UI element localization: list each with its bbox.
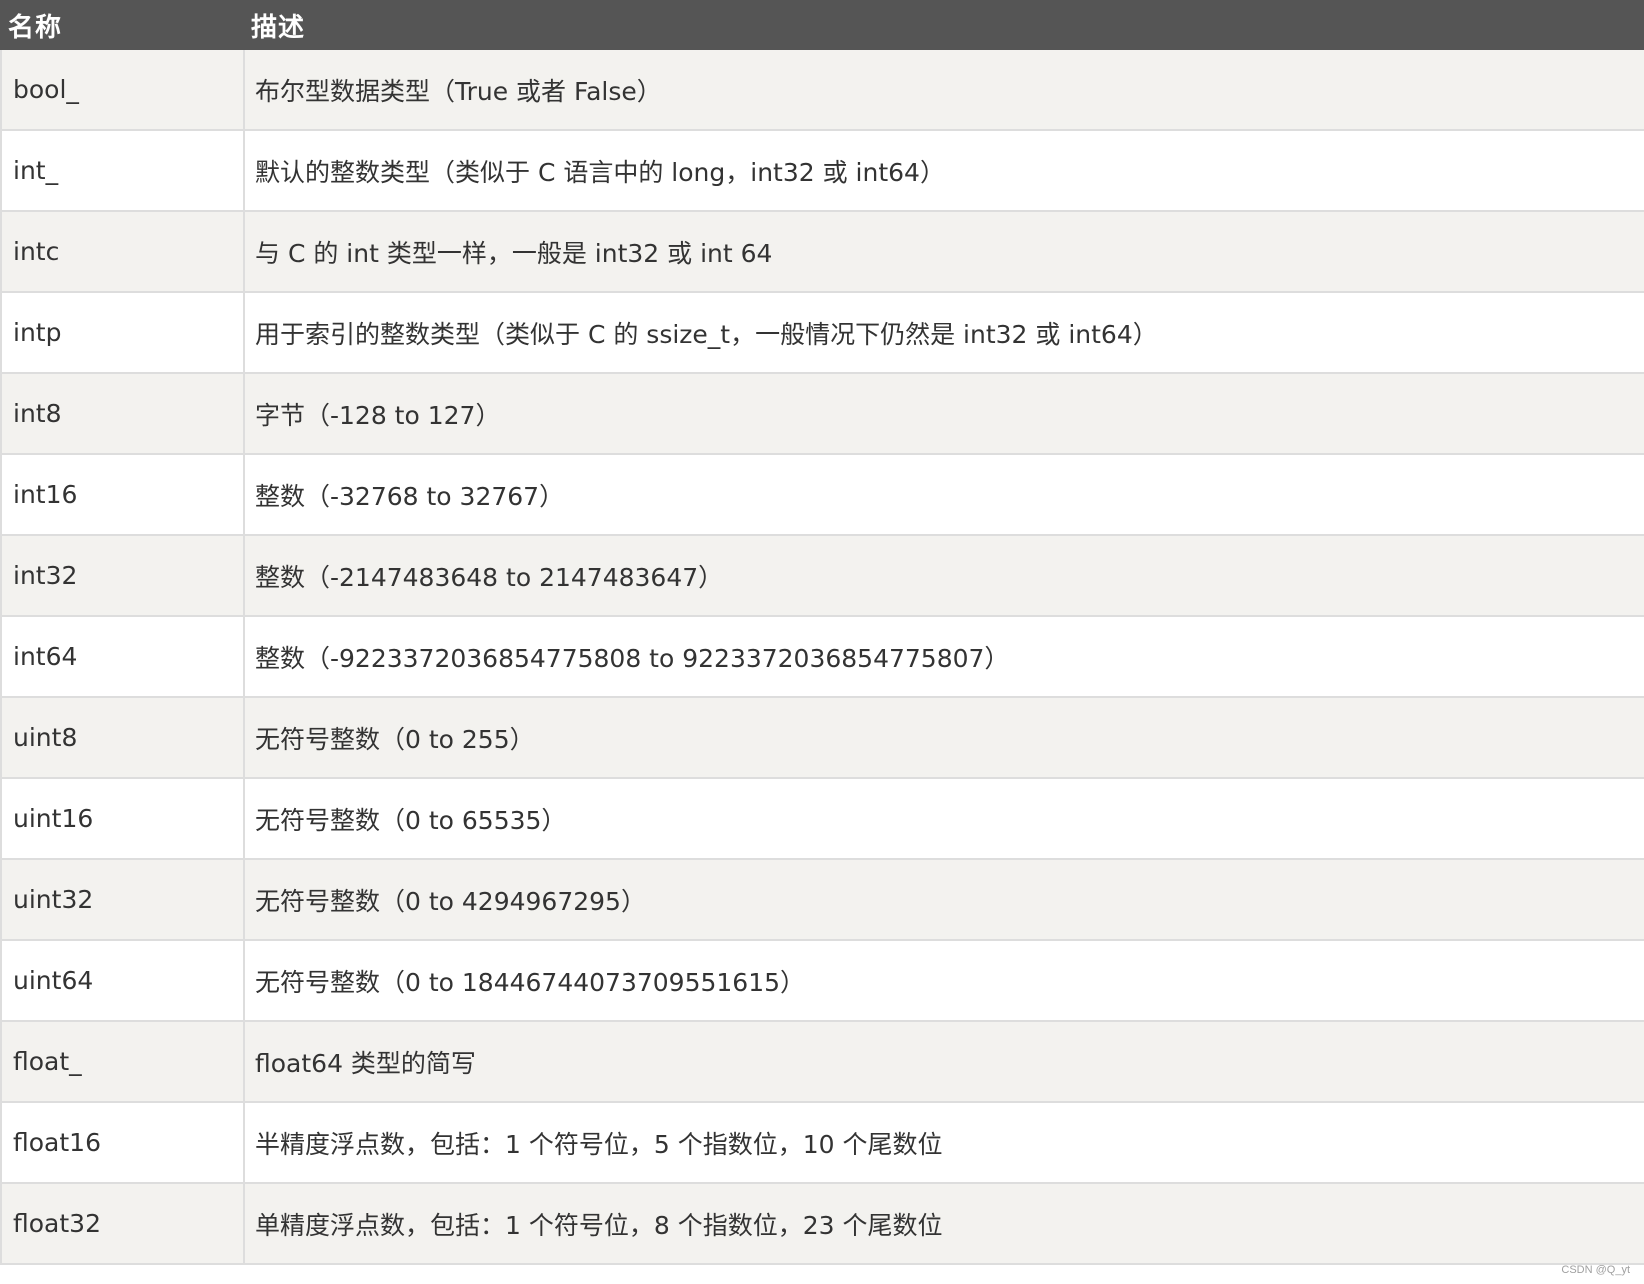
table-row: float32 单精度浮点数，包括：1 个符号位，8 个指数位，23 个尾数位 bbox=[0, 1184, 1644, 1265]
table-row: float_ float64 类型的简写 bbox=[0, 1022, 1644, 1103]
table-row: intp 用于索引的整数类型（类似于 C 的 ssize_t，一般情况下仍然是 i… bbox=[0, 293, 1644, 374]
type-name-cell: int16 bbox=[0, 455, 245, 534]
type-name-cell: intc bbox=[0, 212, 245, 291]
table-row: intc 与 C 的 int 类型一样，一般是 int32 或 int 64 bbox=[0, 212, 1644, 293]
table-row: int64 整数（-9223372036854775808 to 92233720… bbox=[0, 617, 1644, 698]
type-description-cell: 无符号整数（0 to 255） bbox=[255, 724, 535, 754]
type-name-cell: float_ bbox=[0, 1022, 245, 1101]
type-name-cell: float16 bbox=[0, 1103, 245, 1182]
type-description-cell: 整数（-32768 to 32767） bbox=[255, 481, 565, 511]
table-row: uint8 无符号整数（0 to 255） bbox=[0, 698, 1644, 779]
type-name-cell: int32 bbox=[0, 536, 245, 615]
table-header-row: 名称 描述 bbox=[0, 0, 1644, 50]
type-description-cell: 布尔型数据类型（True 或者 False） bbox=[255, 76, 662, 106]
type-name-cell: float32 bbox=[0, 1184, 245, 1263]
type-description-cell: 无符号整数（0 to 4294967295） bbox=[255, 886, 646, 916]
type-name-cell: uint8 bbox=[0, 698, 245, 777]
table-row: int16 整数（-32768 to 32767） bbox=[0, 455, 1644, 536]
type-description-cell: 无符号整数（0 to 18446744073709551615） bbox=[255, 967, 806, 997]
table-row: uint16 无符号整数（0 to 65535） bbox=[0, 779, 1644, 860]
type-name-cell: bool_ bbox=[0, 50, 245, 129]
type-name-cell: intp bbox=[0, 293, 245, 372]
type-description-cell: 整数（-2147483648 to 2147483647） bbox=[255, 562, 724, 592]
type-name-cell: uint16 bbox=[0, 779, 245, 858]
table-body: bool_ 布尔型数据类型（True 或者 False） int_ 默认的整数类型（类… bbox=[0, 50, 1644, 1265]
header-name: 名称 bbox=[8, 12, 63, 43]
type-name-cell: uint32 bbox=[0, 860, 245, 939]
type-name-cell: int_ bbox=[0, 131, 245, 210]
type-description-cell: 字节（-128 to 127） bbox=[255, 400, 501, 430]
type-description-cell: float64 类型的简写 bbox=[255, 1048, 476, 1078]
table-row: int8 字节（-128 to 127） bbox=[0, 374, 1644, 455]
type-name-cell: int8 bbox=[0, 374, 245, 453]
type-description-cell: 单精度浮点数，包括：1 个符号位，8 个指数位，23 个尾数位 bbox=[255, 1210, 943, 1240]
type-description-cell: 与 C 的 int 类型一样，一般是 int32 或 int 64 bbox=[255, 238, 773, 268]
type-name-cell: int64 bbox=[0, 617, 245, 696]
table-row: int_ 默认的整数类型（类似于 C 语言中的 long，int32 或 int6… bbox=[0, 131, 1644, 212]
type-description-cell: 整数（-9223372036854775808 to 9223372036854… bbox=[255, 643, 1010, 673]
type-description-cell: 用于索引的整数类型（类似于 C 的 ssize_t，一般情况下仍然是 int32… bbox=[255, 319, 1158, 349]
table-row: uint64 无符号整数（0 to 18446744073709551615） bbox=[0, 941, 1644, 1022]
type-description-cell: 半精度浮点数，包括：1 个符号位，5 个指数位，10 个尾数位 bbox=[255, 1129, 943, 1159]
type-description-cell: 默认的整数类型（类似于 C 语言中的 long，int32 或 int64） bbox=[255, 157, 945, 187]
table-row: uint32 无符号整数（0 to 4294967295） bbox=[0, 860, 1644, 941]
table-row: bool_ 布尔型数据类型（True 或者 False） bbox=[0, 50, 1644, 131]
watermark: CSDN @Q_yt bbox=[1561, 1264, 1630, 1276]
type-description-cell: 无符号整数（0 to 65535） bbox=[255, 805, 567, 835]
table-row: int32 整数（-2147483648 to 2147483647） bbox=[0, 536, 1644, 617]
table-row: float16 半精度浮点数，包括：1 个符号位，5 个指数位，10 个尾数位 bbox=[0, 1103, 1644, 1184]
header-description: 描述 bbox=[251, 12, 306, 43]
data-type-table: 名称 描述 bbox=[0, 0, 1644, 50]
type-name-cell: uint64 bbox=[0, 941, 245, 1020]
